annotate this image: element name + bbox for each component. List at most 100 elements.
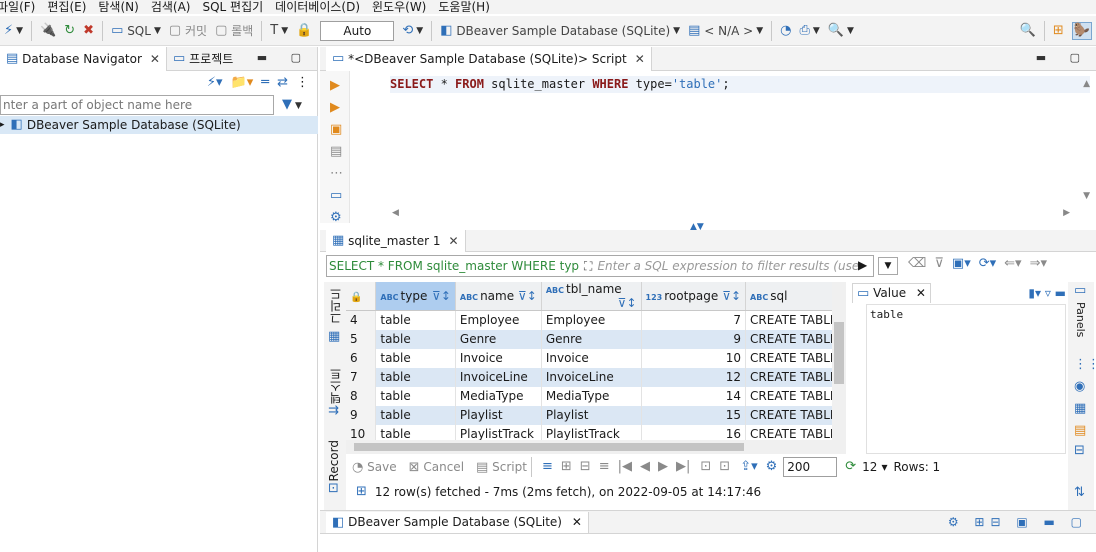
table-cell[interactable]: CREATE TABLE xyxy=(745,367,846,387)
dbeaver-perspective-icon[interactable]: 🦫 xyxy=(1068,19,1096,43)
tab-text[interactable]: 텍스트 xyxy=(327,368,344,404)
table-cell[interactable]: CREATE TABLE xyxy=(745,424,846,440)
table-cell[interactable]: Playlist xyxy=(455,405,542,425)
settings-icon[interactable]: ⚙ xyxy=(766,460,778,474)
table-cell[interactable]: table xyxy=(375,424,456,440)
history-button[interactable]: ⟲ ▼ xyxy=(398,19,427,43)
record-icon[interactable]: ⊡ xyxy=(328,482,339,496)
menu-navigate[interactable]: 탐색(N) xyxy=(93,1,145,13)
add-row-icon[interactable]: ⊞ xyxy=(561,460,572,474)
fetch-all-icon[interactable]: ⊡ xyxy=(719,460,730,474)
copy-row-icon[interactable]: ⊟ xyxy=(580,460,591,474)
transaction-mode-field[interactable]: Auto xyxy=(320,20,395,41)
connect-button[interactable]: 🔌 xyxy=(36,19,60,43)
results-grid[interactable]: 🔒 ABC type ⊽↕ ABC name ⊽↕ ABC tbl_name ⊽↕ 123 r… xyxy=(346,282,846,440)
filter-history-icon[interactable]: ▶ xyxy=(858,258,867,272)
more-icon[interactable]: ⋯ xyxy=(330,167,343,181)
execute-new-tab-icon[interactable]: ▣ xyxy=(330,123,342,137)
new-folder-icon[interactable]: 📁▾ xyxy=(231,76,254,90)
grid-horizontal-scrollbar[interactable] xyxy=(346,440,832,454)
table-cell[interactable]: table xyxy=(375,386,456,406)
tab-grid[interactable]: 그리드 xyxy=(327,288,344,324)
grouping-icon[interactable]: ⋮⋮ xyxy=(1074,358,1096,372)
tasks-button[interactable]: ⎙ ▼ xyxy=(795,19,823,43)
close-icon[interactable]: ✕ xyxy=(449,234,459,248)
value-viewer-icon[interactable]: ▮▾ ▿ ▬ xyxy=(1028,286,1066,300)
scrollbar-thumb[interactable] xyxy=(834,322,844,384)
results-filter-field[interactable]: SELECT * FROM sqlite_master WHERE typ ⛶ … xyxy=(326,255,874,277)
editor-panel-controls[interactable]: ▬ ▢ xyxy=(1036,51,1090,64)
table-cell[interactable]: 10 xyxy=(641,348,747,368)
table-cell[interactable]: table xyxy=(375,310,456,330)
fetch-icon[interactable]: ⟳▾ xyxy=(979,257,996,271)
tab-value[interactable]: ▭ Value ✕ xyxy=(852,283,931,303)
save-button[interactable]: ◔ Save xyxy=(352,460,397,475)
search-toolbar-button[interactable]: 🔍 ▼ xyxy=(824,19,858,43)
table-cell[interactable]: table xyxy=(375,329,456,349)
menu-file[interactable]: 파일(F) xyxy=(0,1,42,13)
table-cell[interactable]: Genre xyxy=(541,329,642,349)
datasource-selector[interactable]: ◧ DBeaver Sample Database (SQLite) ▼ xyxy=(436,19,684,43)
panel-controls[interactable]: ▬ ▢ xyxy=(257,51,311,64)
calc-icon[interactable]: ▦ xyxy=(1074,402,1086,416)
value-text-area[interactable]: table xyxy=(866,304,1066,454)
fetch-next-icon[interactable]: ⊡ xyxy=(700,460,711,474)
prev-page-icon[interactable]: ◀ xyxy=(640,460,650,474)
table-cell[interactable]: CREATE TABLE xyxy=(745,348,846,368)
menu-edit[interactable]: 편집(E) xyxy=(42,1,93,13)
column-header-sql[interactable]: ABC sql xyxy=(745,282,846,311)
output-icon[interactable]: ▭ xyxy=(330,189,342,203)
fetch-size-input[interactable]: 200 xyxy=(783,457,838,477)
column-header-type[interactable]: ABC type ⊽↕ xyxy=(375,282,456,311)
table-cell[interactable]: table xyxy=(375,348,456,368)
tab-datasource[interactable]: ◧ DBeaver Sample Database (SQLite) ✕ xyxy=(326,511,589,533)
table-cell[interactable]: CREATE TABLE xyxy=(745,310,846,330)
table-cell[interactable]: CREATE TABLE xyxy=(745,329,846,349)
dashboard-button[interactable]: ◔ xyxy=(776,19,795,43)
table-cell[interactable]: 16 xyxy=(641,424,747,440)
menu-window[interactable]: 윈도우(W) xyxy=(367,1,433,13)
tab-database-navigator[interactable]: ▤ Database Navigator ✕ xyxy=(0,46,167,71)
column-header-name[interactable]: ABC name ⊽↕ xyxy=(455,282,542,311)
menu-icon[interactable]: ⋮ xyxy=(296,76,309,90)
close-icon[interactable]: ✕ xyxy=(916,286,926,300)
table-cell[interactable]: Employee xyxy=(455,310,542,330)
metadata-icon[interactable]: ◉ xyxy=(1074,380,1085,394)
eraser-icon[interactable]: ⌫ xyxy=(908,257,926,271)
collapse-icon[interactable]: ═ xyxy=(261,76,269,90)
panels-label[interactable]: Panels xyxy=(1074,302,1087,337)
table-cell[interactable]: table xyxy=(375,405,456,425)
filter-icon[interactable]: ▼ ▼ xyxy=(282,97,302,112)
script-button[interactable]: ▤ Script xyxy=(476,460,527,475)
column-header-tbl-name[interactable]: ABC tbl_name ⊽↕ xyxy=(541,282,642,311)
scroll-down-icon[interactable]: ▼ xyxy=(1083,191,1090,201)
table-cell[interactable]: Invoice xyxy=(541,348,642,368)
commit-button[interactable]: ▢ 커밋 xyxy=(165,19,211,43)
delete-row-icon[interactable]: ≡ xyxy=(599,460,610,474)
references-icon[interactable]: ▤ xyxy=(1074,424,1086,438)
table-cell[interactable]: 7 xyxy=(641,310,747,330)
menu-sql-editor[interactable]: SQL 편집기 xyxy=(197,1,270,13)
table-cell[interactable]: CREATE TABLE xyxy=(745,405,846,425)
close-icon[interactable]: ✕ xyxy=(635,52,645,66)
scroll-up-icon[interactable]: ▲ xyxy=(1083,79,1090,89)
edit-row-icon[interactable]: ≡ xyxy=(542,460,553,474)
disconnect-button[interactable]: ✖ xyxy=(79,19,98,43)
table-row[interactable]: 4 table Employee Employee 7 CREATE TABLE xyxy=(346,310,846,330)
nav-forward-icon[interactable]: ⇒▾ xyxy=(1030,257,1047,271)
navigator-filter-input[interactable]: nter a part of object name here xyxy=(0,95,274,115)
tab-results[interactable]: ▦ sqlite_master 1 ✕ xyxy=(326,230,466,252)
filter-icon[interactable]: ⊽ xyxy=(934,257,944,271)
table-row[interactable]: 5 table Genre Genre 9 CREATE TABLE xyxy=(346,329,846,349)
table-cell[interactable]: CREATE TABLE xyxy=(745,386,846,406)
table-cell[interactable]: InvoiceLine xyxy=(541,367,642,387)
sql-editor[interactable]: ▶ ▶ ▣ ▤ ⋯ ▭ ⚙ SELECT * FROM sqlite_maste… xyxy=(320,71,1096,225)
table-cell[interactable]: MediaType xyxy=(455,386,542,406)
next-page-icon[interactable]: ▶ xyxy=(658,460,668,474)
table-cell[interactable]: Genre xyxy=(455,329,542,349)
toggle-panel-icon[interactable]: ⇅ xyxy=(1074,486,1085,500)
tab-project[interactable]: ▭ 프로젝트 xyxy=(167,47,239,71)
bottom-panel-controls[interactable]: ⚙ ⊞⊟ ▣ ▬ ▢ xyxy=(948,515,1088,529)
sql-editor-button[interactable]: ▭ SQL ▼ xyxy=(107,19,165,43)
grid-vertical-scrollbar[interactable] xyxy=(832,282,846,454)
